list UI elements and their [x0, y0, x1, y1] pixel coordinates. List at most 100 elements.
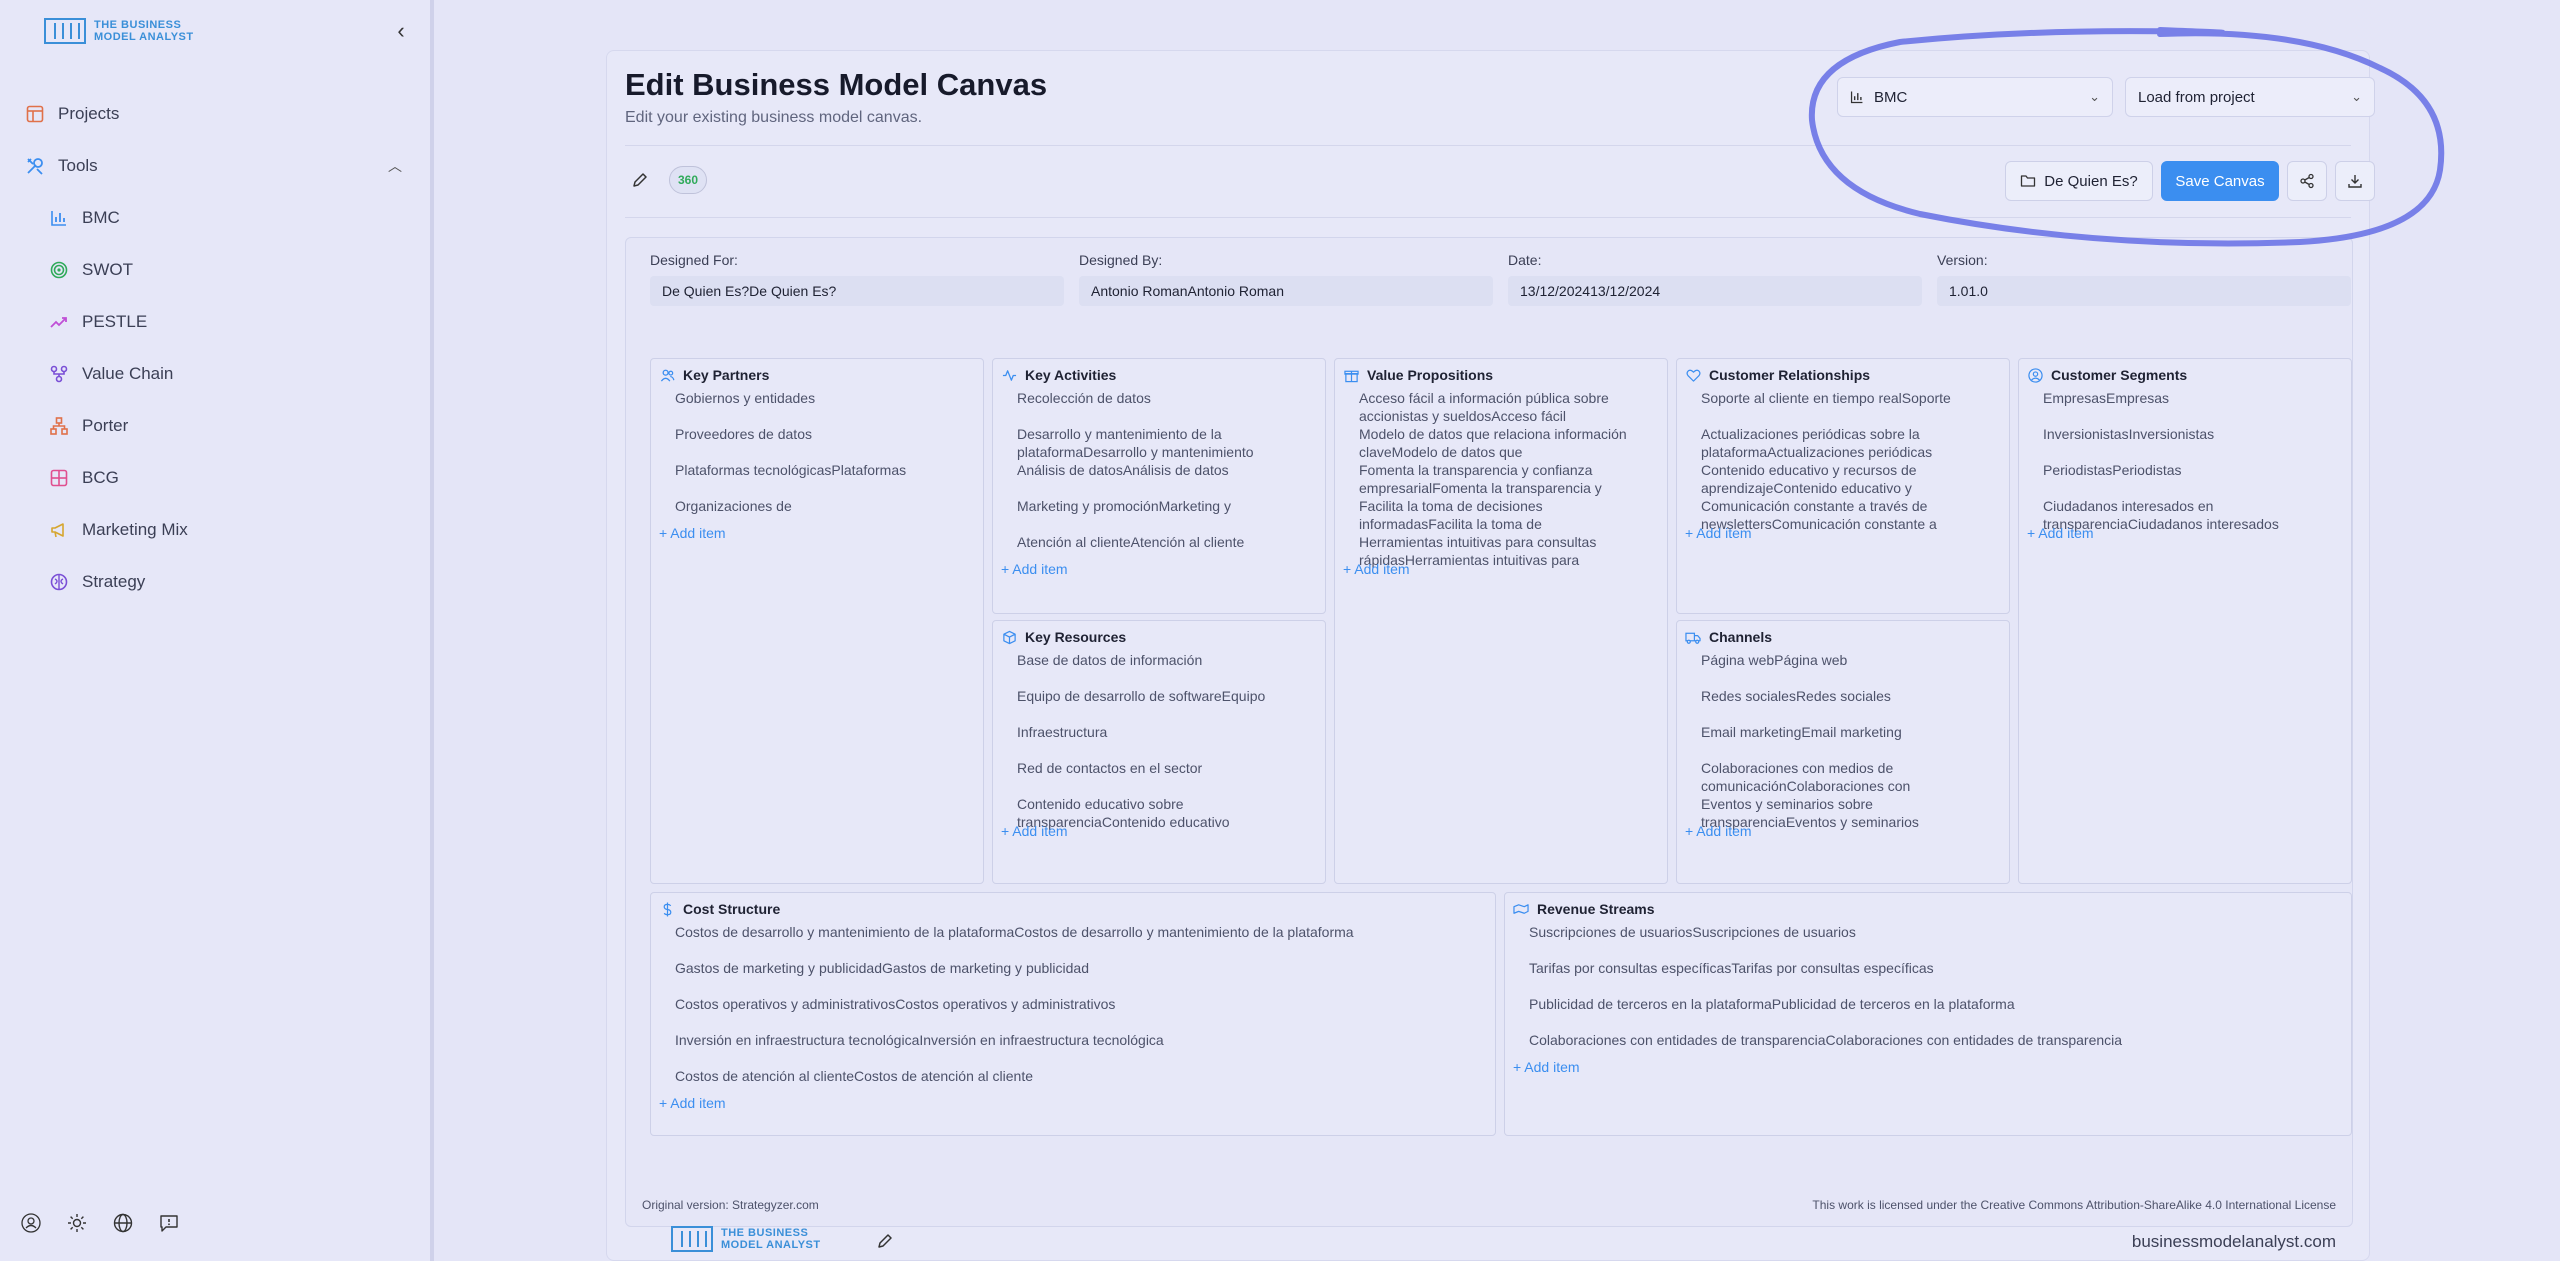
workflow-icon	[48, 363, 70, 385]
sidebar-item-pestle[interactable]: PESTLE	[0, 296, 430, 348]
list-item[interactable]: Actualizaciones periódicas sobre la plat…	[1701, 425, 2009, 461]
list-item[interactable]: InversionistasInversionistas	[2043, 425, 2351, 461]
version-field: Version: 1.01.0	[1937, 252, 2351, 306]
date-input[interactable]: 13/12/202413/12/2024	[1508, 276, 1922, 306]
add-item-button[interactable]: + Add item	[1001, 561, 1325, 577]
badge-360[interactable]: 360	[669, 166, 707, 194]
list-item[interactable]: Proveedores de datos	[675, 425, 983, 461]
original-version-text: Original version: Strategyzer.com	[642, 1198, 819, 1212]
download-button[interactable]	[2335, 161, 2375, 201]
sidebar-item-strategy[interactable]: Strategy	[0, 556, 430, 608]
sidebar-item-tools[interactable]: Tools ︿	[0, 140, 430, 192]
chevron-down-icon: ⌄	[2351, 89, 2362, 104]
license-text: This work is licensed under the Creative…	[1812, 1198, 2336, 1212]
list-item[interactable]: Fomenta la transparencia y confianza emp…	[1359, 461, 1667, 497]
list-item[interactable]: Email marketingEmail marketing	[1701, 723, 2009, 759]
list-item[interactable]: Equipo de desarrollo de softwareEquipo	[1017, 687, 1325, 723]
collapse-sidebar-icon[interactable]: ‹	[390, 20, 412, 42]
save-canvas-button[interactable]: Save Canvas	[2161, 161, 2279, 201]
list-item[interactable]: Colaboraciones con medios de comunicació…	[1701, 759, 2009, 795]
list-item[interactable]: Redes socialesRedes sociales	[1701, 687, 2009, 723]
sidebar-item-projects[interactable]: Projects	[0, 88, 430, 140]
box-icon	[1001, 629, 1017, 645]
canvas-type-value: BMC	[1874, 88, 1908, 106]
site-name: businessmodelanalyst.com	[2131, 1232, 2336, 1251]
sidebar-item-bmc[interactable]: BMC	[0, 192, 430, 244]
gift-icon	[1343, 367, 1359, 383]
share-icon	[2299, 173, 2315, 189]
designed-for-input[interactable]: De Quien Es?De Quien Es?	[650, 276, 1064, 306]
logo-text: THE BUSINESS MODEL ANALYST	[721, 1227, 821, 1251]
list-item[interactable]: Facilita la toma de decisiones informada…	[1359, 497, 1667, 533]
list-item[interactable]: Soporte al cliente en tiempo realSoporte	[1701, 389, 2009, 425]
user-icon[interactable]	[18, 1210, 44, 1236]
block-title: Key Resources	[1025, 629, 1127, 645]
list-item[interactable]: Publicidad de terceros en la plataformaP…	[1529, 995, 2351, 1031]
list-item[interactable]: Plataformas tecnológicasPlataformas	[675, 461, 983, 497]
list-item[interactable]: Infraestructura	[1017, 723, 1325, 759]
designed-by-label: Designed By:	[1079, 252, 1163, 268]
add-item-button[interactable]: + Add item	[659, 525, 983, 541]
list-item[interactable]: Tarifas por consultas específicasTarifas…	[1529, 959, 2351, 995]
list-item[interactable]: EmpresasEmpresas	[2043, 389, 2351, 425]
list-item[interactable]: Desarrollo y mantenimiento de la platafo…	[1017, 425, 1325, 461]
list-item[interactable]: Gobiernos y entidades	[675, 389, 983, 425]
chevron-up-icon: ︿	[388, 158, 402, 174]
footer-logo: THE BUSINESS MODEL ANALYST	[671, 1226, 821, 1252]
sidebar-footer	[18, 1210, 182, 1236]
list-item[interactable]: Modelo de datos que relaciona informació…	[1359, 425, 1667, 461]
list-item[interactable]: Red de contactos en el sector	[1017, 759, 1325, 795]
sidebar-item-swot[interactable]: SWOT	[0, 244, 430, 296]
load-from-project-select[interactable]: Load from project ⌄	[2125, 77, 2375, 117]
list-item[interactable]: Acceso fácil a información pública sobre…	[1359, 389, 1667, 425]
edit-pencil-icon[interactable]	[625, 165, 655, 195]
add-item-button[interactable]: + Add item	[659, 1095, 1495, 1111]
list-item[interactable]: Costos operativos y administrativosCosto…	[675, 995, 1495, 1031]
list-item[interactable]: Análisis de datosAnálisis de datos	[1017, 461, 1325, 497]
add-item-button[interactable]: + Add item	[1513, 1059, 2351, 1075]
globe-icon[interactable]	[110, 1210, 136, 1236]
share-button[interactable]	[2287, 161, 2327, 201]
list-item[interactable]: Suscripciones de usuariosSuscripciones d…	[1529, 923, 2351, 959]
list-item[interactable]: Recolección de datos	[1017, 389, 1325, 425]
sidebar-item-label: BMC	[82, 208, 120, 227]
sidebar-nav: Projects Tools ︿ BMC SWOT PESTLE Value C…	[0, 88, 430, 608]
chevron-down-icon: ⌄	[2089, 89, 2100, 104]
sun-icon[interactable]	[64, 1210, 90, 1236]
sidebar-item-value-chain[interactable]: Value Chain	[0, 348, 430, 400]
sidebar-item-label: Projects	[58, 104, 120, 123]
list-item[interactable]: Costos de desarrollo y mantenimiento de …	[675, 923, 1495, 959]
sidebar-item-porter[interactable]: Porter	[0, 400, 430, 452]
canvas-type-select[interactable]: BMC ⌄	[1837, 77, 2113, 117]
list-item[interactable]: Base de datos de información	[1017, 651, 1325, 687]
users-icon	[659, 367, 675, 383]
sidebar-item-marketing-mix[interactable]: Marketing Mix	[0, 504, 430, 556]
block-title: Customer Segments	[2051, 367, 2188, 383]
dollar-icon	[659, 901, 675, 917]
list-item[interactable]: Gastos de marketing y publicidadGastos d…	[675, 959, 1495, 995]
tools-icon	[24, 155, 46, 177]
block-title: Cost Structure	[683, 901, 781, 917]
block-title: Value Propositions	[1367, 367, 1494, 383]
revenue-streams-block: Revenue Streams Suscripciones de usuario…	[1504, 892, 2352, 1136]
list-item[interactable]: Inversión en infraestructura tecnológica…	[675, 1031, 1495, 1067]
designed-by-input[interactable]: Antonio RomanAntonio Roman	[1079, 276, 1493, 306]
bar-chart-icon	[48, 207, 70, 229]
customer-segments-block: Customer Segments EmpresasEmpresas Inver…	[2018, 358, 2352, 884]
project-button-label: De Quien Es?	[2044, 172, 2138, 190]
brand-logo[interactable]: THE BUSINESS MODEL ANALYST	[44, 18, 194, 44]
feedback-icon[interactable]	[156, 1210, 182, 1236]
list-item[interactable]: Página webPágina web	[1701, 651, 2009, 687]
block-title: Key Activities	[1025, 367, 1117, 383]
project-button[interactable]: De Quien Es?	[2005, 161, 2153, 201]
list-item[interactable]: PeriodistasPeriodistas	[2043, 461, 2351, 497]
sidebar-item-bcg[interactable]: BCG	[0, 452, 430, 504]
edit-pencil-icon[interactable]	[876, 1232, 894, 1255]
folder-icon	[2020, 173, 2036, 189]
version-input[interactable]: 1.01.0	[1937, 276, 2351, 306]
business-model-canvas: Designed For: De Quien Es?De Quien Es? D…	[625, 237, 2353, 1252]
list-item[interactable]: Contenido educativo y recursos de aprend…	[1701, 461, 2009, 497]
cost-structure-block: Cost Structure Costos de desarrollo y ma…	[650, 892, 1496, 1136]
list-item[interactable]: Marketing y promociónMarketing y	[1017, 497, 1325, 533]
grid-icon	[48, 467, 70, 489]
